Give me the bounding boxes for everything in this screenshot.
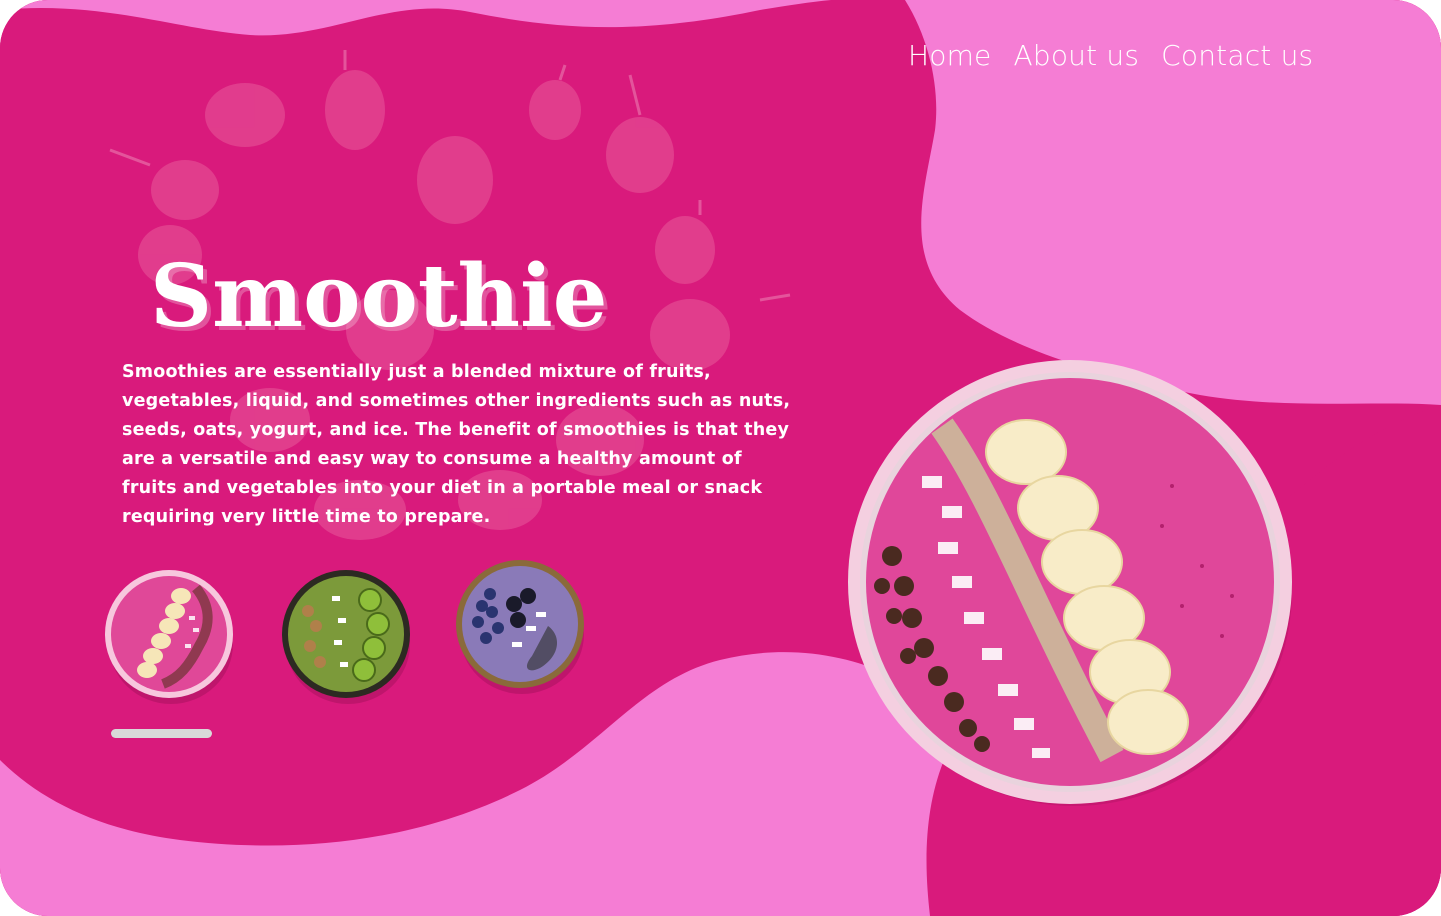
thumbnail-purple-bowl[interactable] [452,556,592,696]
green-bowl-image [282,570,410,704]
nav-about-link[interactable]: About us [1014,36,1140,76]
smoothie-bowl-graphic [848,360,1292,806]
hero-bowl-image [842,356,1298,812]
pink-bowl-image [105,570,233,704]
page-title: Smoothies [150,246,610,347]
thumbnail-green-bowl[interactable] [278,566,418,706]
nav-home-link[interactable]: Home [908,36,992,76]
nav-contact-link[interactable]: Contact us [1161,36,1313,76]
thumbnail-pink-bowl[interactable] [101,566,241,706]
landing-page: Home About us Contact us Smoothies Smoot… [0,0,1441,916]
main-nav: Home About us Contact us [908,36,1313,76]
hero-description: Smoothies are essentially just a blended… [122,362,791,527]
carousel-indicator[interactable] [111,729,212,738]
purple-bowl-image [456,560,584,694]
smoothies-logo: Smoothies Smoothies [150,246,610,348]
